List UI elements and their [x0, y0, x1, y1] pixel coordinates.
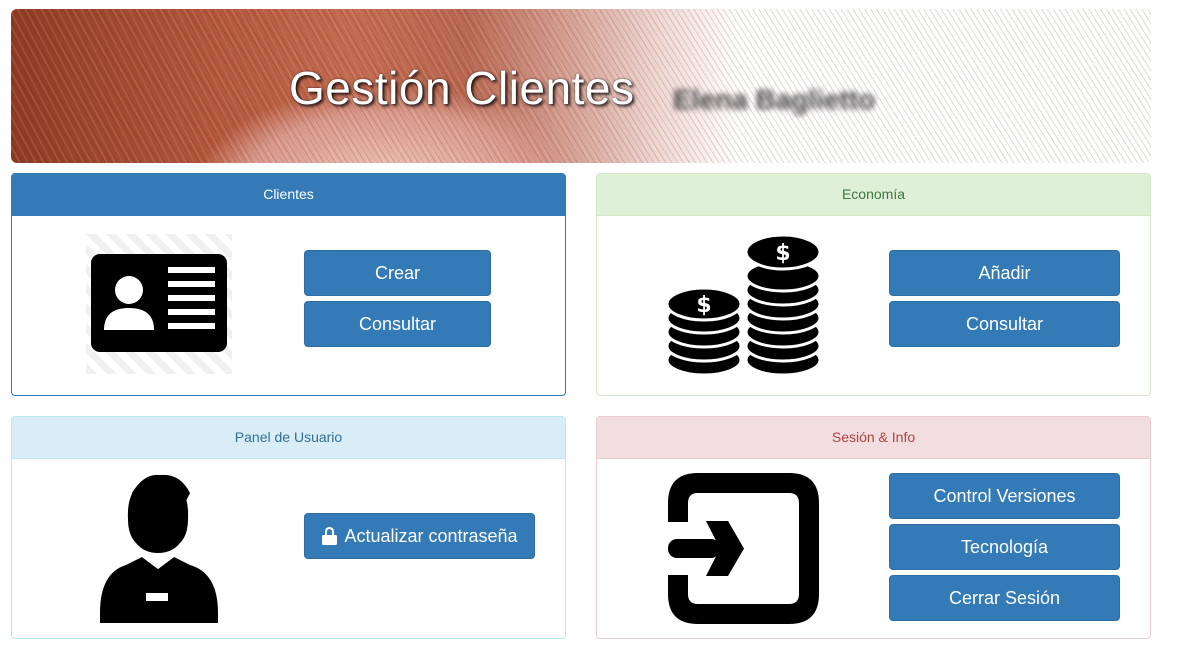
logout-button[interactable]: Cerrar Sesión [889, 575, 1120, 621]
page-title: Gestión Clientes [289, 62, 635, 114]
panel-sesion: Sesión & Info Control Versiones Tecnolog… [596, 416, 1151, 639]
consult-clients-button[interactable]: Consultar [304, 301, 491, 347]
panel-economia: Economía $ $ Añadir Consultar [596, 173, 1151, 396]
panel-heading-sesion: Sesión & Info [597, 417, 1150, 459]
user-icon [100, 474, 218, 623]
svg-text:$: $ [775, 241, 790, 266]
panel-heading-economia: Economía [597, 174, 1150, 216]
sign-in-icon [668, 473, 819, 624]
lock-icon [322, 527, 338, 545]
user-name: Elena Baglietto [673, 84, 876, 115]
header-banner: Gestión Clientes Elena Baglietto [11, 9, 1151, 163]
svg-text:$: $ [696, 293, 711, 318]
update-password-button[interactable]: Actualizar contraseña [304, 513, 535, 559]
technology-button[interactable]: Tecnología [889, 524, 1120, 570]
coins-icon: $ $ [667, 233, 822, 377]
consult-economy-button[interactable]: Consultar [889, 301, 1120, 347]
id-card-icon [86, 234, 232, 374]
control-versions-button[interactable]: Control Versiones [889, 473, 1120, 519]
panel-clientes: Clientes Crear Consultar [11, 173, 566, 396]
panel-heading-clientes: Clientes [12, 174, 565, 216]
update-password-label: Actualizar contraseña [344, 525, 518, 546]
add-economy-button[interactable]: Añadir [889, 250, 1120, 296]
panel-usuario: Panel de Usuario Actualizar contraseña [11, 416, 566, 639]
create-client-button[interactable]: Crear [304, 250, 491, 296]
panel-heading-usuario: Panel de Usuario [12, 417, 565, 459]
